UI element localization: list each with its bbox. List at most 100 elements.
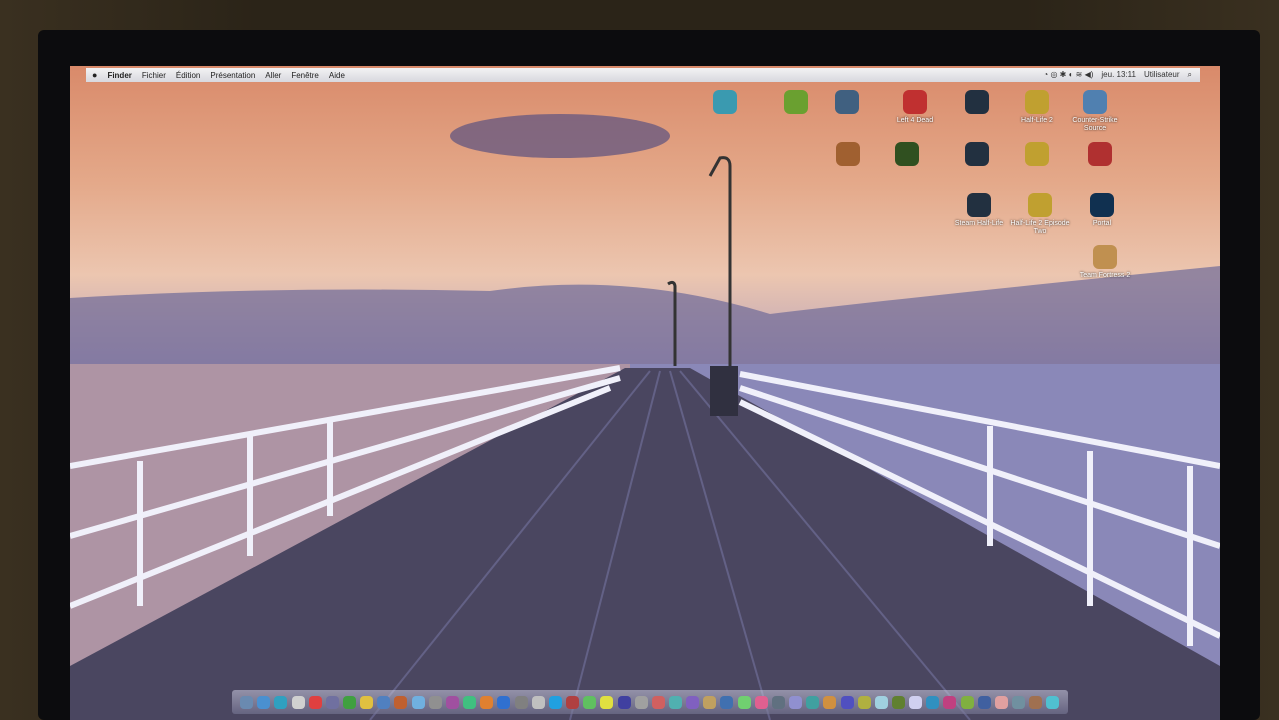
dock-app-icon[interactable] xyxy=(548,695,562,709)
desktop-icon[interactable]: Left 4 Dead xyxy=(883,90,947,125)
menu-aide[interactable]: Aide xyxy=(329,71,345,80)
dock-app-icon[interactable] xyxy=(600,695,614,709)
dock-app-icon[interactable] xyxy=(377,695,391,709)
app-icon xyxy=(1088,142,1112,166)
app-icon xyxy=(1093,245,1117,269)
dock-app-icon[interactable] xyxy=(445,695,459,709)
desktop-icon-label: Left 4 Dead xyxy=(896,117,934,124)
dock-app-icon[interactable] xyxy=(994,695,1008,709)
dock-app-icon[interactable] xyxy=(394,695,408,709)
dock-app-icon[interactable] xyxy=(240,695,254,709)
dock-app-icon[interactable] xyxy=(463,695,477,709)
dock-app-icon[interactable] xyxy=(291,695,305,709)
dock-app-icon[interactable] xyxy=(651,695,665,709)
desktop-icon-label: Portal xyxy=(1092,220,1112,227)
dock-app-icon[interactable] xyxy=(257,695,271,709)
dock-app-icon[interactable] xyxy=(583,695,597,709)
dock-app-icon[interactable] xyxy=(977,695,991,709)
desktop-icon[interactable] xyxy=(1005,142,1069,169)
desktop-icon[interactable] xyxy=(816,142,880,169)
dock-app-icon[interactable] xyxy=(960,695,974,709)
dock-app-icon[interactable] xyxy=(771,695,785,709)
app-icon xyxy=(713,90,737,114)
dock-app-icon[interactable] xyxy=(737,695,751,709)
dock-app-icon[interactable] xyxy=(720,695,734,709)
menu-edition[interactable]: Édition xyxy=(176,71,200,80)
desktop-icon-label: Steam Half-Life xyxy=(954,220,1004,227)
menu-fenetre[interactable]: Fenêtre xyxy=(291,71,319,80)
desktop-icon[interactable] xyxy=(945,90,1009,117)
dock-app-icon[interactable] xyxy=(789,695,803,709)
app-icon xyxy=(1083,90,1107,114)
menu-user[interactable]: Utilisateur xyxy=(1144,70,1180,80)
app-icon xyxy=(1025,90,1049,114)
dock-app-icon[interactable] xyxy=(892,695,906,709)
dock-app-icon[interactable] xyxy=(308,695,322,709)
dock xyxy=(232,690,1068,714)
dock-app-icon[interactable] xyxy=(566,695,580,709)
dock-app-icon[interactable] xyxy=(874,695,888,709)
dock-app-icon[interactable] xyxy=(1046,695,1060,709)
dock-app-icon[interactable] xyxy=(497,695,511,709)
cloud-bank xyxy=(70,266,1220,366)
desktop-icon-label: Half-Life 2 Episode Two xyxy=(1010,220,1070,235)
app-icon xyxy=(1025,142,1049,166)
desktop-icon[interactable]: Steam Half-Life xyxy=(947,193,1011,228)
dock-app-icon[interactable] xyxy=(514,695,528,709)
dock-app-icon[interactable] xyxy=(480,695,494,709)
dock-app-icon[interactable] xyxy=(634,695,648,709)
menu-presentation[interactable]: Présentation xyxy=(210,71,255,80)
app-icon xyxy=(835,90,859,114)
app-icon xyxy=(903,90,927,114)
dock-app-icon[interactable] xyxy=(668,695,682,709)
desktop-icon[interactable] xyxy=(1068,142,1132,169)
dock-app-icon[interactable] xyxy=(1029,695,1043,709)
desktop-icon[interactable]: Counter-Strike Source xyxy=(1063,90,1127,133)
dock-app-icon[interactable] xyxy=(411,695,425,709)
desktop-icon[interactable] xyxy=(875,142,939,169)
desktop-icon[interactable] xyxy=(815,90,879,117)
dock-app-icon[interactable] xyxy=(909,695,923,709)
dock-app-icon[interactable] xyxy=(926,695,940,709)
menu-aller[interactable]: Aller xyxy=(265,71,281,80)
app-icon xyxy=(1028,193,1052,217)
dock-app-icon[interactable] xyxy=(428,695,442,709)
dock-app-icon[interactable] xyxy=(943,695,957,709)
desktop-icon-label: Team Fortress 2 xyxy=(1079,272,1131,279)
dock-app-icon[interactable] xyxy=(531,695,545,709)
menu-finder[interactable]: Finder xyxy=(107,71,131,80)
dock-app-icon[interactable] xyxy=(343,695,357,709)
dock-app-icon[interactable] xyxy=(754,695,768,709)
spotlight-icon[interactable]: ⌕ xyxy=(1188,70,1192,80)
dock-app-icon[interactable] xyxy=(617,695,631,709)
desktop-icon[interactable]: Portal xyxy=(1070,193,1134,228)
desktop-icon-label: Counter-Strike Source xyxy=(1072,117,1118,132)
status-icons[interactable]: ◔ ◎ ✱ ◐ ≋ ◀) xyxy=(1043,70,1093,80)
desktop-icon[interactable]: Half-Life 2 Episode Two xyxy=(1008,193,1072,236)
menu-bar: ● Finder Fichier Édition Présentation Al… xyxy=(86,68,1200,82)
desktop-icon[interactable]: Half-Life 2 xyxy=(1005,90,1069,125)
apple-menu-icon[interactable]: ● xyxy=(92,70,97,80)
dock-app-icon[interactable] xyxy=(703,695,717,709)
app-icon xyxy=(967,193,991,217)
app-icon xyxy=(895,142,919,166)
dock-app-icon[interactable] xyxy=(686,695,700,709)
dock-app-icon[interactable] xyxy=(823,695,837,709)
app-icon xyxy=(836,142,860,166)
dock-app-icon[interactable] xyxy=(325,695,339,709)
app-icon xyxy=(1090,193,1114,217)
app-icon xyxy=(784,90,808,114)
dock-app-icon[interactable] xyxy=(840,695,854,709)
dock-app-icon[interactable] xyxy=(274,695,288,709)
dock-app-icon[interactable] xyxy=(857,695,871,709)
desktop-icon[interactable]: Team Fortress 2 xyxy=(1073,245,1137,280)
dock-app-icon[interactable] xyxy=(806,695,820,709)
menu-clock[interactable]: jeu. 13:11 xyxy=(1101,70,1136,80)
app-icon xyxy=(965,142,989,166)
dock-app-icon[interactable] xyxy=(360,695,374,709)
dock-app-icon[interactable] xyxy=(1012,695,1026,709)
desktop-icon[interactable] xyxy=(945,142,1009,169)
app-icon xyxy=(965,90,989,114)
desktop-icon[interactable] xyxy=(693,90,757,117)
menu-fichier[interactable]: Fichier xyxy=(142,71,166,80)
